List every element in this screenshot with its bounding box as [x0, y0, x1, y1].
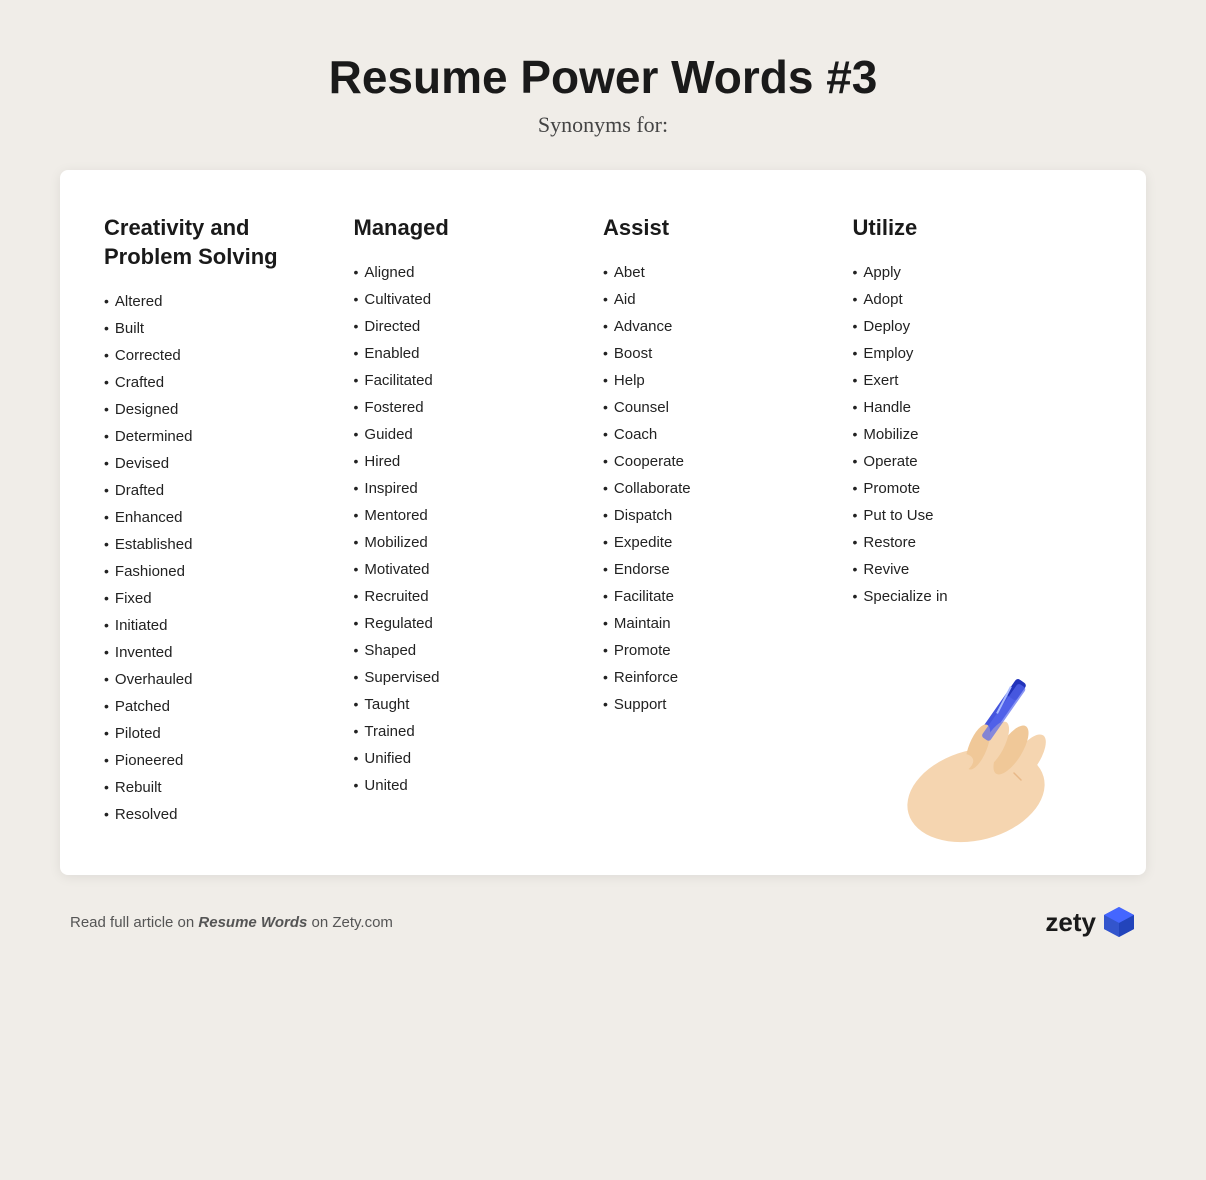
word-list-0: Altered Built Corrected Crafted Designed Dete…: [104, 291, 334, 825]
list-item: Motivated: [354, 559, 584, 580]
column-header-0: Creativity and Problem Solving: [104, 214, 334, 271]
zety-logo: zety: [1045, 905, 1136, 939]
list-item: Enhanced: [104, 507, 334, 528]
list-item: Help: [603, 370, 833, 391]
list-item: Cultivated: [354, 289, 584, 310]
zety-cube-icon: [1102, 905, 1136, 939]
word-list-1: Aligned Cultivated Directed Enabled Facilita…: [354, 262, 584, 796]
list-item: Exert: [853, 370, 1083, 391]
list-item: Abet: [603, 262, 833, 283]
list-item: Drafted: [104, 480, 334, 501]
list-item: Cooperate: [603, 451, 833, 472]
list-item: Regulated: [354, 613, 584, 634]
list-item: Handle: [853, 397, 1083, 418]
word-list-2: Abet Aid Advance Boost Help Counsel Coach Coope…: [603, 262, 833, 715]
list-item: Facilitate: [603, 586, 833, 607]
column-header-2: Assist: [603, 214, 833, 242]
list-item: Apply: [853, 262, 1083, 283]
list-item: Aid: [603, 289, 833, 310]
list-item: Mobilize: [853, 424, 1083, 445]
list-item: Patched: [104, 696, 334, 717]
list-item: Inspired: [354, 478, 584, 499]
list-item: Support: [603, 694, 833, 715]
list-item: Endorse: [603, 559, 833, 580]
list-item: Unified: [354, 748, 584, 769]
list-item: Piloted: [104, 723, 334, 744]
list-item: Devised: [104, 453, 334, 474]
list-item: Directed: [354, 316, 584, 337]
list-item: Taught: [354, 694, 584, 715]
list-item: Hired: [354, 451, 584, 472]
list-item: Corrected: [104, 345, 334, 366]
list-item: Initiated: [104, 615, 334, 636]
list-item: Crafted: [104, 372, 334, 393]
page-container: Resume Power Words #3 Synonyms for: Crea…: [0, 0, 1206, 1180]
list-item: Recruited: [354, 586, 584, 607]
list-item: Fashioned: [104, 561, 334, 582]
list-item: Promote: [603, 640, 833, 661]
list-item: Fostered: [354, 397, 584, 418]
list-item: Employ: [853, 343, 1083, 364]
list-item: Guided: [354, 424, 584, 445]
column-header-3: Utilize: [853, 214, 1083, 242]
list-item: Advance: [603, 316, 833, 337]
list-item: Collaborate: [603, 478, 833, 499]
list-item: Enabled: [354, 343, 584, 364]
list-item: Established: [104, 534, 334, 555]
column-1: Managed Aligned Cultivated Directed Enabled F…: [354, 214, 604, 802]
list-item: Deploy: [853, 316, 1083, 337]
list-item: Invented: [104, 642, 334, 663]
list-item: Determined: [104, 426, 334, 447]
list-item: Revive: [853, 559, 1083, 580]
list-item: Facilitated: [354, 370, 584, 391]
list-item: Put to Use: [853, 505, 1083, 526]
list-item: Overhauled: [104, 669, 334, 690]
columns-wrapper: Creativity and Problem Solving Altered Bui…: [104, 214, 1102, 831]
list-item: Shaped: [354, 640, 584, 661]
footer-text: Read full article on Resume Words on Zet…: [70, 914, 393, 931]
page-title: Resume Power Words #3: [329, 50, 878, 104]
list-item: Trained: [354, 721, 584, 742]
list-item: Designed: [104, 399, 334, 420]
list-item: Mobilized: [354, 532, 584, 553]
list-item: Coach: [603, 424, 833, 445]
list-item: Pioneered: [104, 750, 334, 771]
word-list-3: Apply Adopt Deploy Employ Exert Handle Mobiliz…: [853, 262, 1083, 607]
column-3: Utilize Apply Adopt Deploy Employ Exert Handle…: [853, 214, 1103, 613]
content-card: Creativity and Problem Solving Altered Bui…: [60, 170, 1146, 875]
page-subtitle: Synonyms for:: [538, 112, 668, 138]
list-item: Resolved: [104, 804, 334, 825]
list-item: Fixed: [104, 588, 334, 609]
list-item: Rebuilt: [104, 777, 334, 798]
list-item: Built: [104, 318, 334, 339]
list-item: Operate: [853, 451, 1083, 472]
list-item: Restore: [853, 532, 1083, 553]
column-2: Assist Abet Aid Advance Boost Help Counsel Coac…: [603, 214, 853, 721]
zety-wordmark: zety: [1045, 907, 1096, 938]
list-item: Supervised: [354, 667, 584, 688]
list-item: Counsel: [603, 397, 833, 418]
list-item: Boost: [603, 343, 833, 364]
column-header-1: Managed: [354, 214, 584, 242]
list-item: Specialize in: [853, 586, 1083, 607]
list-item: Aligned: [354, 262, 584, 283]
list-item: Mentored: [354, 505, 584, 526]
list-item: Promote: [853, 478, 1083, 499]
list-item: United: [354, 775, 584, 796]
list-item: Altered: [104, 291, 334, 312]
column-0: Creativity and Problem Solving Altered Bui…: [104, 214, 354, 831]
footer: Read full article on Resume Words on Zet…: [60, 905, 1146, 939]
list-item: Expedite: [603, 532, 833, 553]
list-item: Reinforce: [603, 667, 833, 688]
list-item: Maintain: [603, 613, 833, 634]
list-item: Dispatch: [603, 505, 833, 526]
list-item: Adopt: [853, 289, 1083, 310]
